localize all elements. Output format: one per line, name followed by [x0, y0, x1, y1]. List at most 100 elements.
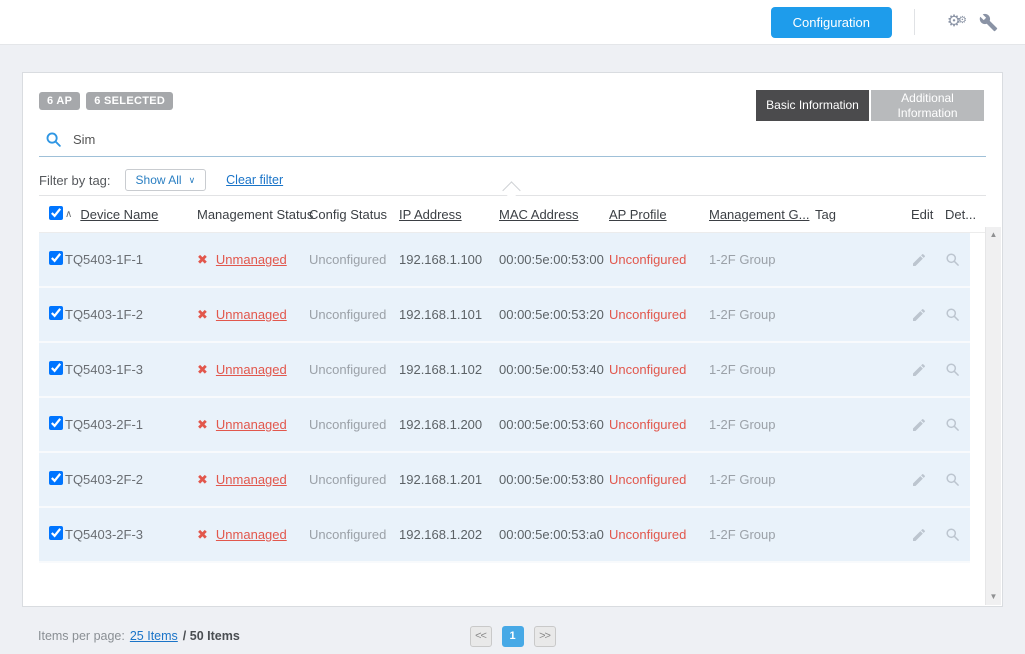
management-status-link[interactable]: Unmanaged — [216, 252, 287, 267]
column-header-mac-address[interactable]: MAC Address — [499, 207, 609, 222]
search-bar — [39, 129, 986, 157]
row-checkbox[interactable] — [49, 471, 63, 485]
device-name: TQ5403-2F-3 — [65, 527, 197, 542]
ap-profile-status: Unconfigured — [609, 307, 709, 322]
management-status-link[interactable]: Unmanaged — [216, 472, 287, 487]
ap-count-badge: 6 AP — [39, 92, 80, 110]
ap-profile-status: Unconfigured — [609, 252, 709, 267]
total-items-label: / 50 Items — [183, 629, 240, 643]
clear-filter-link[interactable]: Clear filter — [226, 173, 283, 187]
row-checkbox[interactable] — [49, 361, 63, 375]
table-row: TQ5403-1F-2 ✖ Unmanaged Unconfigured 192… — [39, 288, 970, 343]
table-row: TQ5403-1F-1 ✖ Unmanaged Unconfigured 192… — [39, 233, 970, 288]
configuration-button[interactable]: Configuration — [771, 7, 892, 38]
tag-filter-value: Show All — [136, 173, 182, 187]
magnifier-glyph — [945, 472, 960, 487]
edit-pencil-icon[interactable] — [911, 472, 945, 488]
edit-pencil-icon[interactable] — [911, 307, 945, 323]
column-header-management-group[interactable]: Management G... — [709, 207, 815, 222]
ap-profile-status: Unconfigured — [609, 417, 709, 432]
search-input[interactable] — [73, 132, 573, 147]
tag-filter-dropdown[interactable]: Show All ∨ — [125, 169, 207, 191]
search-icon — [45, 131, 62, 148]
management-group: 1-2F Group — [709, 472, 815, 487]
management-status-link[interactable]: Unmanaged — [216, 362, 287, 377]
edit-pencil-icon[interactable] — [911, 362, 945, 378]
row-checkbox[interactable] — [49, 526, 63, 540]
ap-profile-status: Unconfigured — [609, 472, 709, 487]
pencil-glyph — [911, 307, 927, 323]
sort-ascending-icon[interactable]: ∧ — [65, 209, 72, 220]
management-status-link[interactable]: Unmanaged — [216, 417, 287, 432]
config-status: Unconfigured — [309, 472, 399, 487]
next-page-button[interactable]: >> — [534, 626, 556, 647]
column-header-device-name[interactable]: Device Name — [80, 207, 158, 222]
config-status: Unconfigured — [309, 527, 399, 542]
magnifier-glyph — [945, 362, 960, 377]
device-list-panel: 6 AP 6 SELECTED Basic Information Additi… — [22, 72, 1003, 607]
ip-address: 192.168.1.201 — [399, 472, 499, 487]
scroll-down-icon[interactable]: ▼ — [990, 593, 998, 601]
details-magnifier-icon[interactable] — [945, 252, 970, 267]
details-magnifier-icon[interactable] — [945, 527, 970, 542]
tools-wrench-icon[interactable] — [971, 13, 1005, 32]
details-magnifier-icon[interactable] — [945, 417, 970, 432]
footer-bar: Items per page: 25 Items / 50 Items << 1… — [38, 621, 987, 651]
page-size-link[interactable]: 25 Items — [130, 629, 178, 643]
row-checkbox[interactable] — [49, 416, 63, 430]
config-status: Unconfigured — [309, 307, 399, 322]
scroll-up-icon[interactable]: ▲ — [990, 231, 998, 239]
config-status: Unconfigured — [309, 362, 399, 377]
pencil-glyph — [911, 252, 927, 268]
table-row: TQ5403-2F-1 ✖ Unmanaged Unconfigured 192… — [39, 398, 970, 453]
column-header-management-status: Management Status — [197, 207, 309, 222]
main-content: 6 AP 6 SELECTED Basic Information Additi… — [22, 72, 1003, 651]
edit-pencil-icon[interactable] — [911, 252, 945, 268]
ap-profile-status: Unconfigured — [609, 527, 709, 542]
items-per-page: Items per page: 25 Items / 50 Items — [38, 629, 240, 643]
tab-additional-information[interactable]: Additional Information — [871, 90, 984, 121]
gear-small-glyph: ⚙ — [958, 16, 967, 26]
table-row: TQ5403-1F-3 ✖ Unmanaged Unconfigured 192… — [39, 343, 970, 398]
management-status-link[interactable]: Unmanaged — [216, 307, 287, 322]
row-checkbox[interactable] — [49, 251, 63, 265]
tab-basic-information[interactable]: Basic Information — [756, 90, 869, 121]
mac-address: 00:00:5e:00:53:60 — [499, 417, 609, 432]
magnifier-glyph — [945, 527, 960, 542]
ip-address: 192.168.1.202 — [399, 527, 499, 542]
details-magnifier-icon[interactable] — [945, 362, 970, 377]
table-scrollbar[interactable]: ▲ ▼ — [985, 227, 1001, 605]
topbar-divider — [914, 9, 915, 35]
column-header-config-status: Config Status — [309, 207, 399, 222]
column-header-details: Det... — [945, 207, 986, 222]
column-header-ip-address[interactable]: IP Address — [399, 207, 499, 222]
unmanaged-x-icon: ✖ — [197, 527, 208, 543]
ip-address: 192.168.1.200 — [399, 417, 499, 432]
column-header-tag: Tag — [815, 207, 911, 222]
pagination: << 1 >> — [470, 626, 556, 647]
mac-address: 00:00:5e:00:53:00 — [499, 252, 609, 267]
details-magnifier-icon[interactable] — [945, 472, 970, 487]
device-name: TQ5403-2F-1 — [65, 417, 197, 432]
device-name: TQ5403-2F-2 — [65, 472, 197, 487]
unmanaged-x-icon: ✖ — [197, 252, 208, 268]
table-body: TQ5403-1F-1 ✖ Unmanaged Unconfigured 192… — [39, 233, 970, 563]
items-per-page-label: Items per page: — [38, 629, 125, 643]
select-all-checkbox[interactable] — [49, 206, 63, 220]
details-magnifier-icon[interactable] — [945, 307, 970, 322]
edit-pencil-icon[interactable] — [911, 527, 945, 543]
settings-gears-icon[interactable]: ⚙ ⚙ — [937, 14, 971, 30]
config-status: Unconfigured — [309, 417, 399, 432]
column-header-ap-profile[interactable]: AP Profile — [609, 207, 709, 222]
page-1-button[interactable]: 1 — [502, 626, 524, 647]
edit-pencil-icon[interactable] — [911, 417, 945, 433]
magnifier-glyph — [945, 307, 960, 322]
filter-by-tag-label: Filter by tag: — [39, 173, 111, 188]
prev-page-button[interactable]: << — [470, 626, 492, 647]
row-checkbox[interactable] — [49, 306, 63, 320]
ip-address: 192.168.1.101 — [399, 307, 499, 322]
management-status-link[interactable]: Unmanaged — [216, 527, 287, 542]
selected-count-badge: 6 SELECTED — [86, 92, 173, 110]
pencil-glyph — [911, 362, 927, 378]
unmanaged-x-icon: ✖ — [197, 472, 208, 488]
